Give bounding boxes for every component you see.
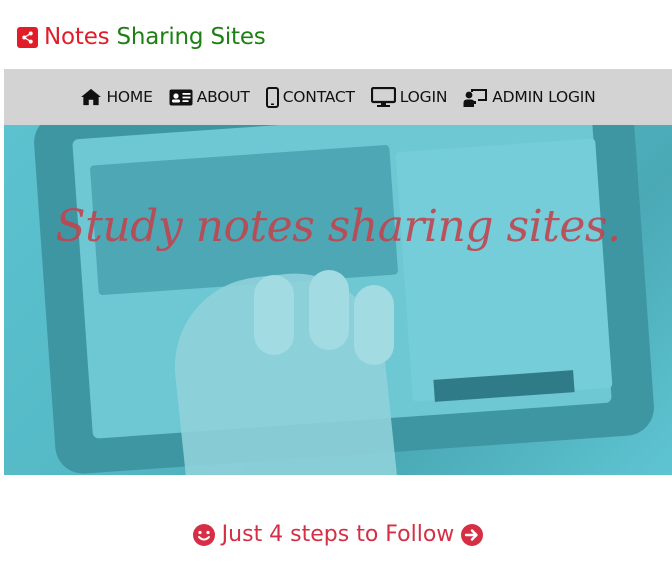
share-icon [17,26,38,48]
brand-word-notes: Notes [44,24,110,50]
mobile-icon [265,86,279,108]
hero-background-finger [254,275,294,355]
nav-item-about[interactable]: ABOUT [169,88,250,106]
home-icon [81,88,102,106]
nav-label-about: ABOUT [196,88,250,106]
smile-icon [192,523,215,546]
nav-label-login: LOGIN [399,88,448,106]
steps-heading: Just 4 steps to Follow [4,522,672,547]
nav-item-home[interactable]: HOME [80,88,153,106]
nav-item-admin-login[interactable]: ADMIN LOGIN [463,88,596,107]
id-card-icon [169,89,193,105]
desktop-icon [370,87,396,107]
steps-heading-text: Just 4 steps to Follow [221,522,455,547]
hero-background-finger [354,285,394,365]
hero-banner: Study notes sharing sites. [4,125,672,475]
nav-label-contact: CONTACT [282,88,355,106]
hero-title: Study notes sharing sites. [55,201,621,252]
hero-background-finger [309,270,349,350]
brand[interactable]: Notes Sharing Sites [17,20,266,54]
chalkboard-teacher-icon [463,88,488,107]
nav-label-home: HOME [106,88,153,106]
page: Notes Sharing Sites HOME ABOUT CONTACT L… [4,4,672,563]
main-nav: HOME ABOUT CONTACT LOGIN ADMIN LOGIN [4,69,672,126]
brand-word-sharing-sites: Sharing Sites [116,24,266,50]
arrow-circle-right-icon [461,523,484,546]
nav-item-contact[interactable]: CONTACT [265,86,355,108]
hero-background-panel [395,138,613,402]
nav-label-admin-login: ADMIN LOGIN [492,88,596,106]
nav-item-login[interactable]: LOGIN [370,87,448,107]
